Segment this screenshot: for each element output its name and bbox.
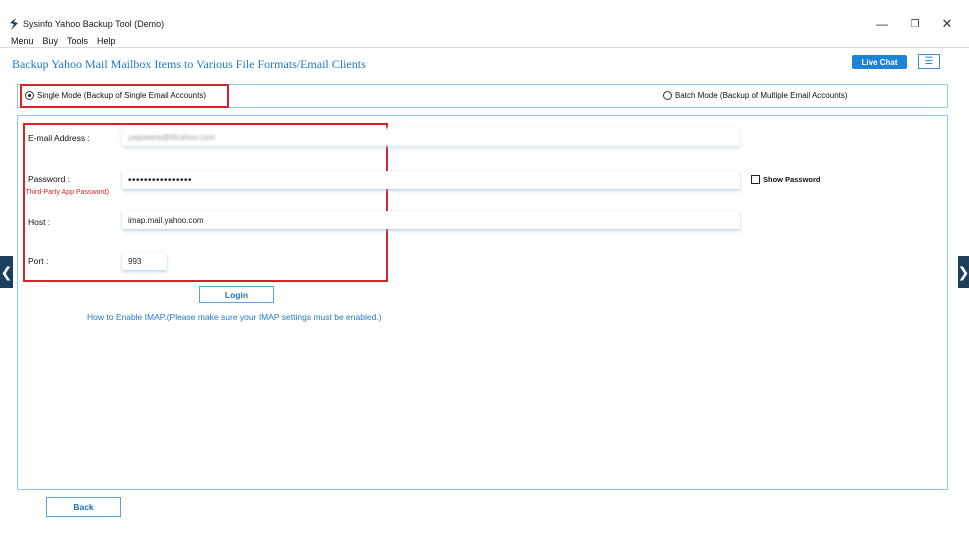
show-password-label: Show Password: [763, 175, 821, 184]
sysinfo-logo-icon: [10, 18, 18, 30]
restore-button[interactable]: ❐: [900, 14, 930, 34]
menu-bar: Menu Buy Tools Help: [11, 36, 116, 46]
host-label: Host :: [28, 217, 51, 227]
single-mode-radio[interactable]: [25, 91, 34, 100]
menu-item-tools[interactable]: Tools: [67, 36, 88, 46]
batch-mode-radio[interactable]: [663, 91, 672, 100]
menu-item-menu[interactable]: Menu: [11, 36, 34, 46]
port-label: Port :: [28, 256, 49, 266]
host-field[interactable]: imap.mail.yahoo.com: [122, 211, 740, 229]
batch-mode-option[interactable]: Batch Mode (Backup of Multiple Email Acc…: [663, 91, 848, 100]
show-password-checkbox[interactable]: [751, 175, 760, 184]
hamburger-menu-button[interactable]: ☰: [918, 54, 940, 69]
single-mode-label: Single Mode (Backup of Single Email Acco…: [37, 91, 206, 100]
minimize-button[interactable]: —: [867, 14, 897, 34]
prev-arrow-button[interactable]: ❮: [0, 256, 13, 288]
port-field[interactable]: 993: [122, 252, 167, 270]
email-field[interactable]: yaqueera@ttfcahoo.com: [122, 128, 740, 146]
single-mode-option[interactable]: Single Mode (Backup of Single Email Acco…: [25, 91, 206, 100]
next-arrow-button[interactable]: ❯: [958, 256, 969, 288]
credentials-highlight: [23, 123, 388, 282]
back-button[interactable]: Back: [46, 497, 121, 517]
password-hint: (Third-Party App Password): [23, 189, 109, 196]
password-field[interactable]: ••••••••••••••••: [122, 171, 740, 189]
menu-item-buy[interactable]: Buy: [43, 36, 59, 46]
show-password-toggle[interactable]: Show Password: [751, 175, 821, 184]
login-button[interactable]: Login: [199, 286, 274, 303]
hamburger-icon: ☰: [924, 56, 934, 67]
chevron-left-icon: ❮: [0, 263, 13, 280]
menu-item-help[interactable]: Help: [97, 36, 116, 46]
menu-divider: [0, 47, 969, 48]
live-chat-button[interactable]: Live Chat: [852, 55, 907, 69]
chevron-right-icon: ❯: [957, 263, 969, 280]
window-title: Sysinfo Yahoo Backup Tool (Demo): [23, 19, 165, 29]
email-label: E-mail Address :: [28, 133, 90, 143]
page-title: Backup Yahoo Mail Mailbox Items to Vario…: [12, 57, 366, 71]
close-button[interactable]: ✕: [932, 14, 962, 34]
password-label: Password :: [28, 174, 71, 184]
batch-mode-label: Batch Mode (Backup of Multiple Email Acc…: [675, 91, 848, 100]
enable-imap-link[interactable]: How to Enable IMAP.(Please make sure you…: [87, 312, 382, 322]
